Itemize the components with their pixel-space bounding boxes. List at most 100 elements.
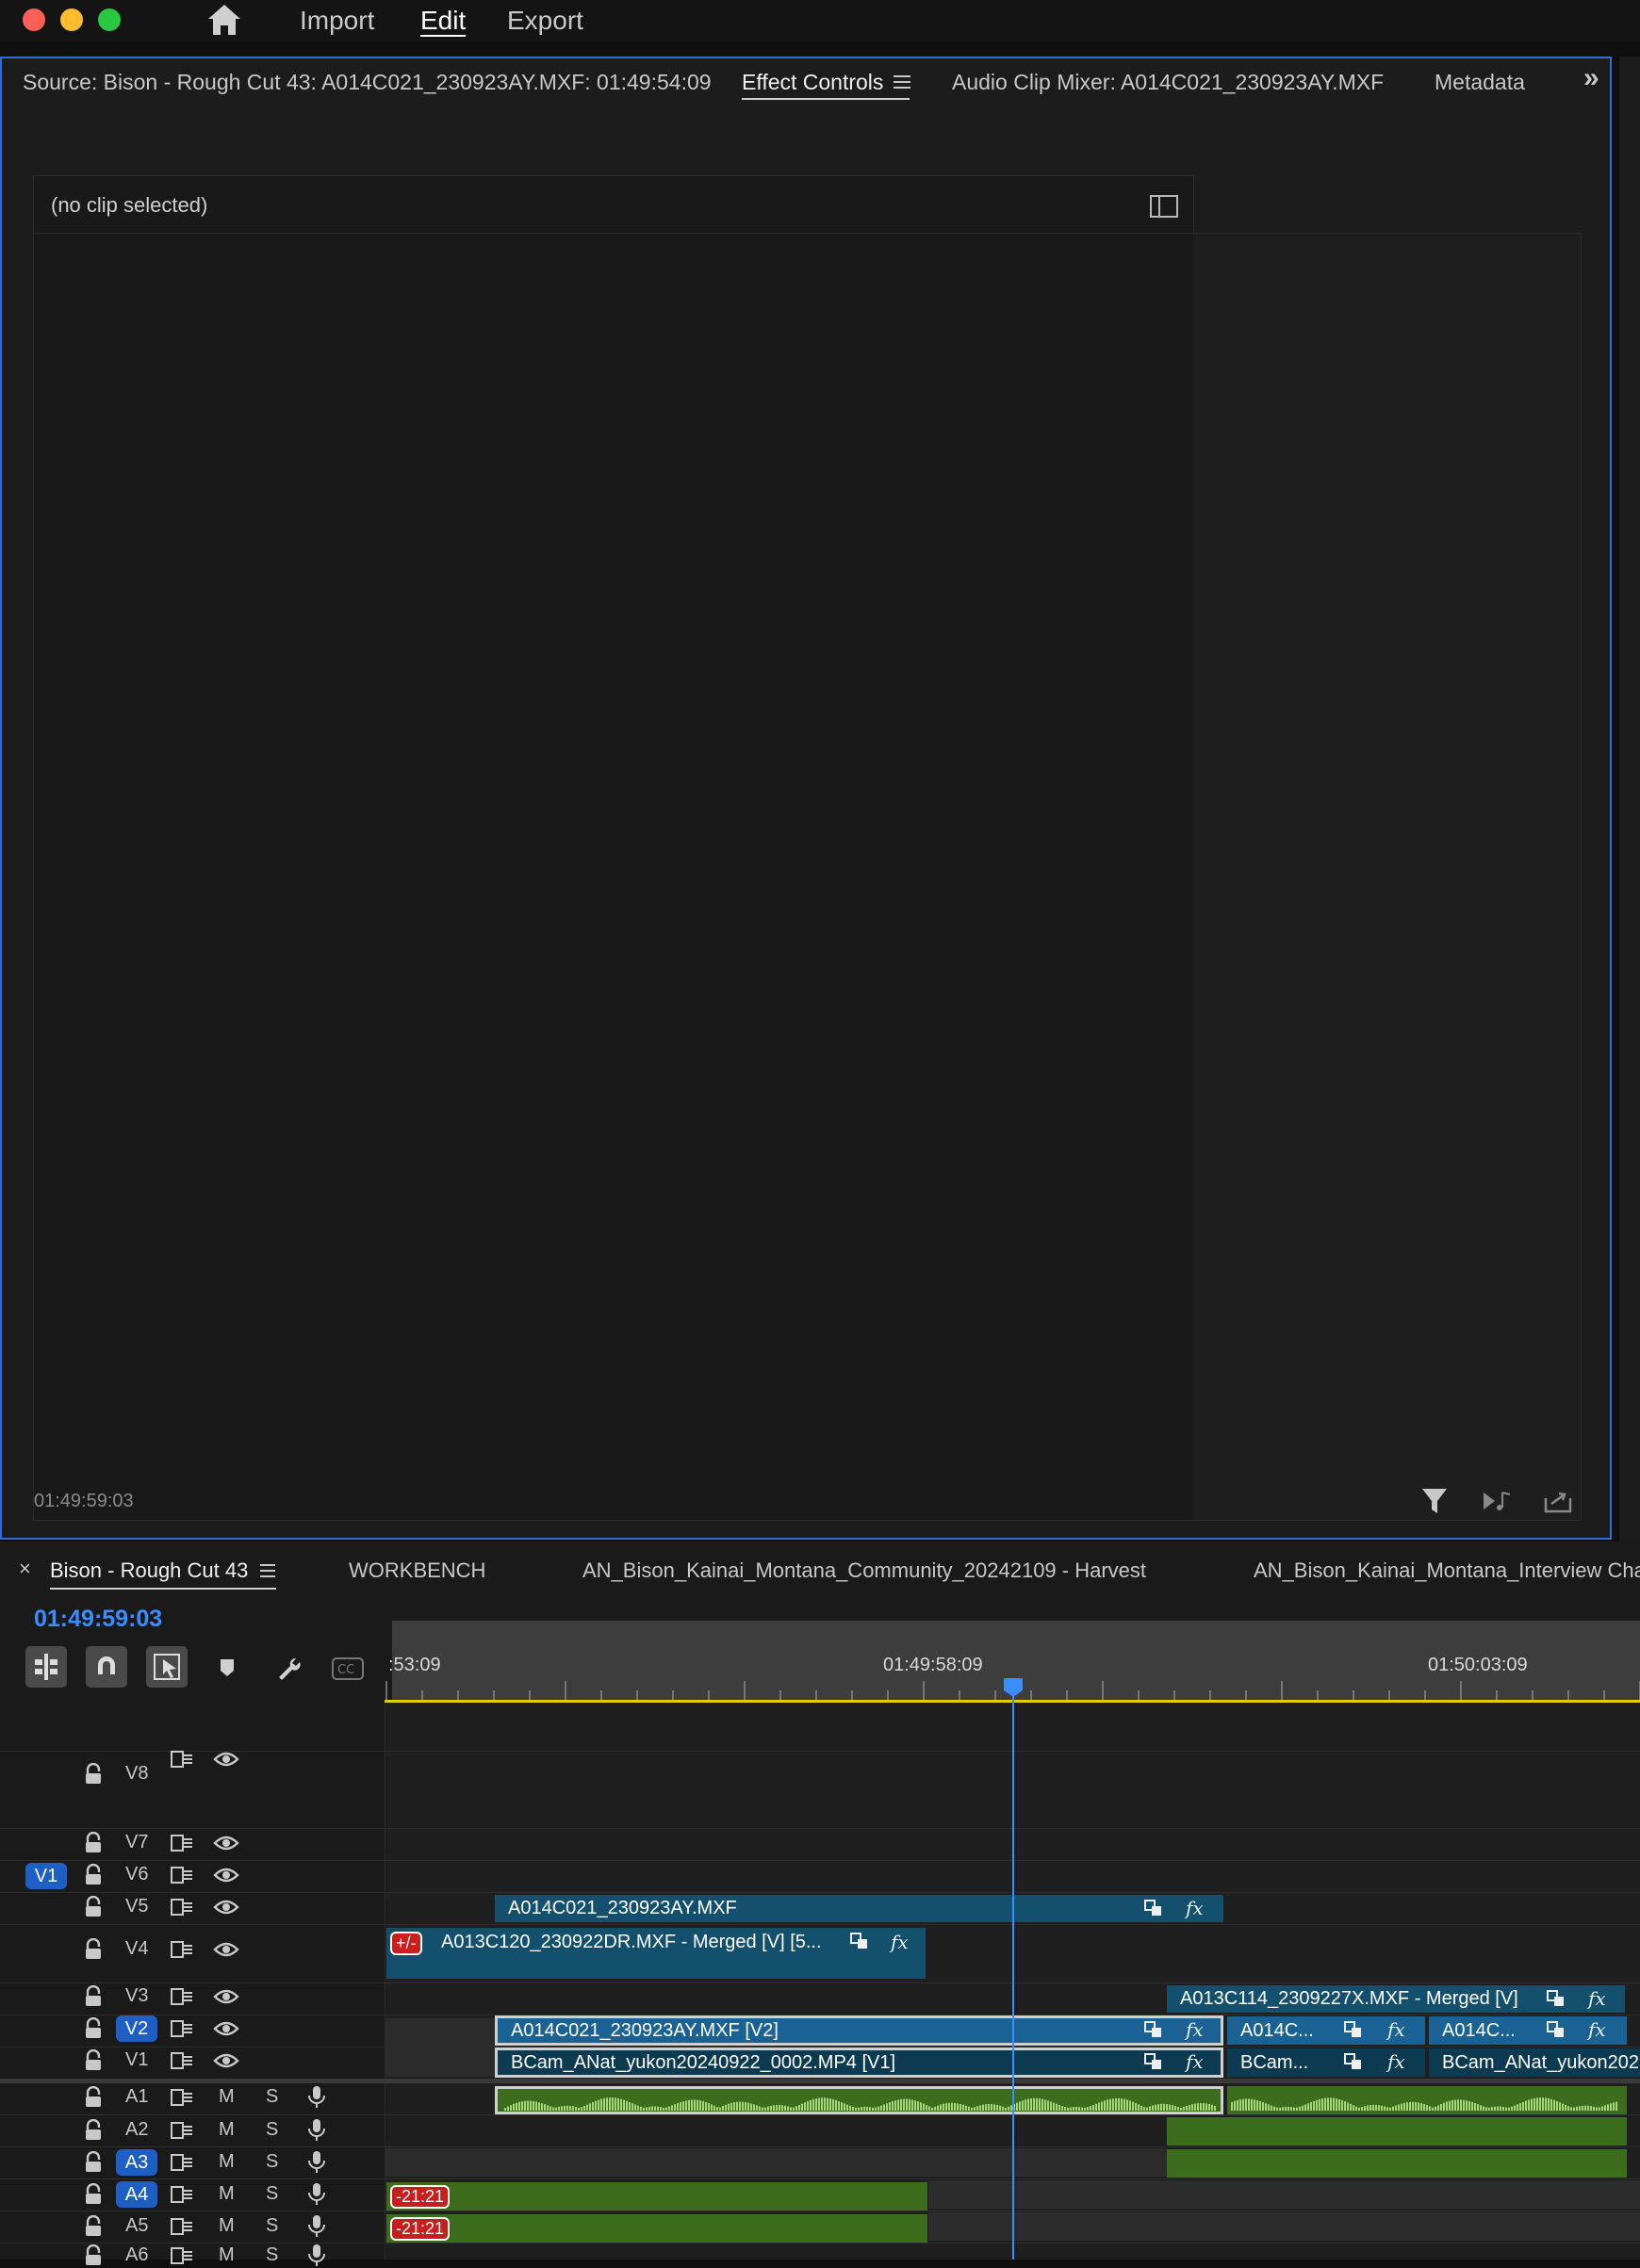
clip-v5[interactable]: A014C021_230923AY.MXF	[495, 1895, 1223, 1922]
track-lock-icon[interactable]	[83, 2215, 104, 2238]
captions-icon[interactable]: CC	[332, 1657, 364, 1680]
mute-button[interactable]: M	[219, 2151, 235, 2173]
microphone-icon[interactable]	[307, 2118, 326, 2143]
solo-button[interactable]: S	[266, 2244, 278, 2266]
eye-icon[interactable]	[213, 1866, 239, 1885]
mute-button[interactable]: M	[219, 2183, 235, 2205]
panel-overflow-icon[interactable]: »	[1583, 62, 1599, 94]
sync-lock-icon[interactable]	[170, 2152, 194, 2173]
track-lock-icon[interactable]	[83, 1763, 104, 1786]
track-lock-icon[interactable]	[83, 2244, 104, 2267]
clip-v1-main[interactable]: BCam_ANat_yukon20240922_0002.MP4 [V1]	[495, 2048, 1223, 2078]
sync-lock-icon[interactable]	[170, 2184, 194, 2205]
play-audio-icon[interactable]	[1482, 1489, 1512, 1513]
sync-lock-icon[interactable]	[170, 1986, 194, 2007]
solo-button[interactable]: S	[266, 2086, 278, 2108]
wrench-icon[interactable]	[273, 1655, 302, 1683]
insert-nest-button[interactable]	[25, 1646, 67, 1688]
fx-badge[interactable]: fx	[1186, 2050, 1204, 2073]
solo-button[interactable]: S	[266, 2151, 278, 2173]
add-marker-icon[interactable]	[217, 1656, 238, 1679]
playhead-handle[interactable]	[1003, 1677, 1024, 1698]
tab-effect-controls[interactable]: Effect Controls	[742, 70, 883, 95]
sync-lock-icon[interactable]	[170, 2120, 194, 2141]
panel-menu-icon[interactable]	[894, 74, 910, 90]
playhead-timecode[interactable]: 01:49:59:03	[34, 1606, 162, 1633]
maximize-window-button[interactable]	[98, 8, 121, 31]
track-lock-icon[interactable]	[83, 2183, 104, 2206]
minimize-window-button[interactable]	[60, 8, 83, 31]
track-label-v6[interactable]: V6	[125, 1864, 148, 1885]
eye-icon[interactable]	[213, 1834, 239, 1852]
microphone-icon[interactable]	[307, 2150, 326, 2175]
fx-badge[interactable]: fx	[1186, 1897, 1204, 1919]
solo-button[interactable]: S	[266, 2119, 278, 2141]
tab-sequence[interactable]: Bison - Rough Cut 43	[50, 1558, 248, 1583]
tab-audio-clip-mixer[interactable]: Audio Clip Mixer: A014C021_230923AY.MXF	[952, 70, 1384, 95]
tab-metadata[interactable]: Metadata	[1435, 70, 1525, 95]
track-label-a2[interactable]: A2	[125, 2119, 148, 2141]
edit-menu[interactable]: Edit	[420, 6, 466, 36]
track-lock-icon[interactable]	[83, 2049, 104, 2072]
sync-lock-icon[interactable]	[170, 2216, 194, 2237]
sync-lock-icon[interactable]	[170, 1865, 194, 1885]
solo-button[interactable]: S	[266, 2183, 278, 2205]
fx-badge[interactable]: fx	[1588, 1987, 1606, 2010]
mute-button[interactable]: M	[219, 2215, 235, 2237]
eye-icon[interactable]	[213, 2051, 239, 2070]
track-label-v8[interactable]: V8	[125, 1763, 148, 1785]
track-target-v2[interactable]: V2	[116, 2015, 157, 2042]
clip-v1-c[interactable]: BCam_ANat_yukon202	[1429, 2048, 1640, 2077]
eye-icon[interactable]	[213, 1987, 239, 2006]
microphone-icon[interactable]	[307, 2182, 326, 2207]
clip-v4[interactable]: A013C120_230922DR.MXF - Merged [V] [5...	[386, 1928, 926, 1979]
snap-button[interactable]	[86, 1646, 127, 1688]
audio-clip-a3[interactable]	[1167, 2149, 1627, 2178]
track-lock-icon[interactable]	[83, 1985, 104, 2008]
track-label-v3[interactable]: V3	[125, 1985, 148, 2007]
track-lock-icon[interactable]	[83, 1864, 104, 1886]
sync-lock-icon[interactable]	[170, 1833, 194, 1853]
track-lock-icon[interactable]	[83, 2086, 104, 2109]
track-label-a6[interactable]: A6	[125, 2244, 148, 2266]
export-icon[interactable]	[1544, 1489, 1572, 1513]
filter-icon[interactable]	[1421, 1487, 1448, 1515]
mute-button[interactable]: M	[219, 2119, 235, 2141]
microphone-icon[interactable]	[307, 2085, 326, 2110]
sync-lock-icon[interactable]	[170, 1749, 194, 1770]
toggle-timeline-view-icon[interactable]	[1150, 195, 1178, 218]
track-label-a5[interactable]: A5	[125, 2215, 148, 2237]
track-label-v4[interactable]: V4	[125, 1938, 148, 1960]
audio-clip-a2[interactable]	[1167, 2117, 1627, 2146]
track-label-v7[interactable]: V7	[125, 1832, 148, 1853]
track-lock-icon[interactable]	[83, 1938, 104, 1961]
home-icon[interactable]	[205, 2, 243, 38]
sync-lock-icon[interactable]	[170, 2018, 194, 2039]
track-label-v5[interactable]: V5	[125, 1896, 148, 1917]
clip-v2-main[interactable]: A014C021_230923AY.MXF [V2]	[495, 2015, 1223, 2046]
sync-lock-icon[interactable]	[170, 2050, 194, 2071]
tab-source[interactable]: Source: Bison - Rough Cut 43: A014C021_2…	[23, 70, 712, 95]
video-audio-divider[interactable]	[0, 2079, 1640, 2083]
mute-button[interactable]: M	[219, 2244, 235, 2266]
tab-workbench[interactable]: WORKBENCH	[349, 1558, 485, 1583]
close-window-button[interactable]	[23, 8, 45, 31]
fx-badge[interactable]: fx	[1588, 2018, 1606, 2041]
audio-clip-a4[interactable]	[386, 2182, 927, 2211]
track-target-a3[interactable]: A3	[116, 2149, 157, 2176]
eye-icon[interactable]	[213, 1898, 239, 1917]
microphone-icon[interactable]	[307, 2244, 326, 2268]
track-target-a4[interactable]: A4	[116, 2181, 157, 2208]
eye-icon[interactable]	[213, 1940, 239, 1959]
track-lock-icon[interactable]	[83, 2017, 104, 2040]
linked-selection-button[interactable]	[146, 1646, 188, 1688]
import-menu[interactable]: Import	[300, 6, 374, 36]
playhead-line[interactable]	[1012, 1679, 1014, 2260]
eye-icon[interactable]	[213, 1750, 239, 1769]
solo-button[interactable]: S	[266, 2215, 278, 2237]
sync-lock-icon[interactable]	[170, 1897, 194, 1917]
fx-badge[interactable]: fx	[1387, 2018, 1405, 2041]
sync-lock-icon[interactable]	[170, 2087, 194, 2108]
track-lock-icon[interactable]	[83, 2119, 104, 2142]
source-patch-v1[interactable]: V1	[25, 1863, 67, 1889]
